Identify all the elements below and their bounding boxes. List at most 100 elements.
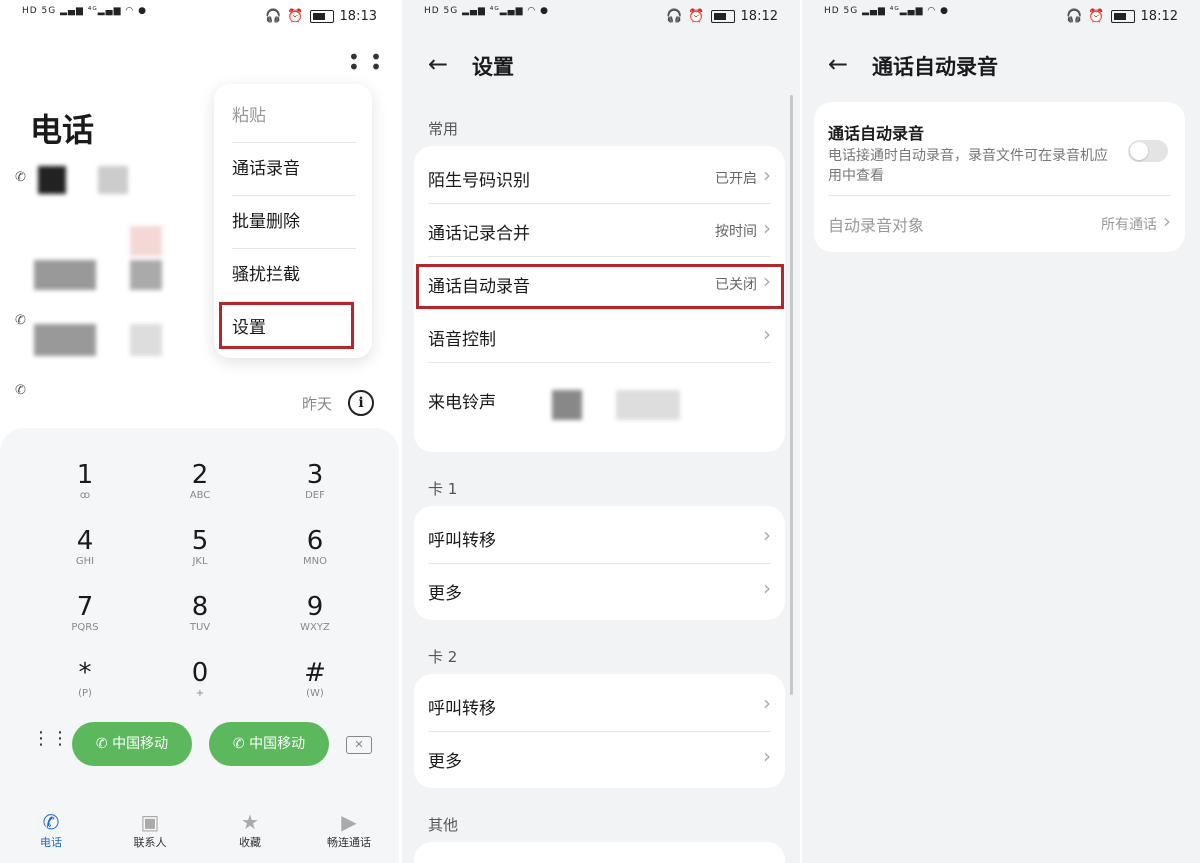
redacted-contact xyxy=(130,260,162,290)
alarm-icon: ⏰ xyxy=(287,9,304,24)
key-5[interactable]: 5 JKL xyxy=(160,526,240,568)
row-call-forwarding-1[interactable]: 呼叫转移 › xyxy=(428,510,771,564)
highlight-box xyxy=(219,302,354,349)
redacted-contact xyxy=(34,324,96,356)
key-4[interactable]: 4 GHI xyxy=(45,526,125,568)
page-title: 设置 xyxy=(472,55,514,79)
toggle-description: 电话接通时自动录音，录音文件可在录音机应用中查看 xyxy=(828,148,1108,184)
phone-app-panel: HD 5G ▂▄▆ ⁴ᴳ▂▄▆ ◠ ● 🎧 ⏰ 18:13 • • • • 电话 ✆ … xyxy=(0,0,399,863)
star-icon: ★ xyxy=(241,810,259,834)
status-bar: HD 5G ▂▄▆ ⁴ᴳ▂▄▆ ◠ ● 🎧 ⏰ 18:12 xyxy=(802,0,1200,34)
card2-settings-card: 呼叫转移 › 更多 › xyxy=(414,674,785,788)
chevron-right-icon: › xyxy=(763,691,771,715)
call-out-icon: ✆ xyxy=(15,170,26,185)
redacted-contact xyxy=(130,226,162,256)
menu-item-call-recordings[interactable]: 通话录音 xyxy=(232,143,356,196)
call-out-icon: ✆ xyxy=(15,383,26,398)
hd-phone-icon: ✆ xyxy=(95,736,113,752)
headphone-icon: 🎧 xyxy=(666,9,683,24)
video-call-icon: ▶ xyxy=(341,810,357,834)
highlight-box xyxy=(416,264,784,309)
call-out-icon: ✆ xyxy=(15,313,26,328)
row-record-target[interactable]: 自动录音对象 所有通话 › xyxy=(828,196,1171,249)
page-title: 电话 xyxy=(30,111,95,149)
auto-record-panel: HD 5G ▂▄▆ ⁴ᴳ▂▄▆ ◠ ● 🎧 ⏰ 18:12 ← 通话自动录音 通话自… xyxy=(802,0,1200,863)
signal-icons: HD 5G ▂▄▆ ⁴ᴳ▂▄▆ ◠ ● xyxy=(424,6,549,16)
key-8[interactable]: 8 TUV xyxy=(160,592,240,634)
row-merge-call-log[interactable]: 通话记录合并 按时间 › xyxy=(428,203,771,257)
section-other: 其他 xyxy=(428,816,459,834)
row-unknown-number-id[interactable]: 陌生号码识别 已开启 › xyxy=(428,150,771,204)
chevron-right-icon: › xyxy=(763,163,771,187)
hd-phone-icon: ✆ xyxy=(232,736,250,752)
headphone-icon: 🎧 xyxy=(265,9,282,24)
toggle-knob xyxy=(1130,142,1148,160)
redacted-contact xyxy=(38,166,66,194)
chevron-right-icon: › xyxy=(763,523,771,547)
battery-icon xyxy=(1110,10,1135,23)
back-arrow-icon[interactable]: ← xyxy=(428,50,448,78)
call-time: 昨天 xyxy=(302,395,333,413)
status-bar: HD 5G ▂▄▆ ⁴ᴳ▂▄▆ ◠ ● 🎧 ⏰ 18:13 xyxy=(0,0,399,34)
row-more-1[interactable]: 更多 › xyxy=(428,563,771,616)
status-bar: HD 5G ▂▄▆ ⁴ᴳ▂▄▆ ◠ ● 🎧 ⏰ 18:12 xyxy=(402,0,800,34)
headphone-icon: 🎧 xyxy=(1066,9,1083,24)
back-arrow-icon[interactable]: ← xyxy=(828,50,848,78)
key-1[interactable]: 1ꝏ xyxy=(45,460,125,502)
chevron-right-icon: › xyxy=(763,576,771,600)
more-menu-icon[interactable]: • • • • xyxy=(348,47,384,77)
battery-icon xyxy=(710,10,735,23)
tab-meetime[interactable]: ▶ 畅连通话 xyxy=(314,810,384,850)
call-button-sim1[interactable]: ✆ 中国移动 xyxy=(72,722,192,766)
chevron-right-icon: › xyxy=(763,322,771,346)
section-card1: 卡 1 xyxy=(428,480,458,498)
clock: 18:12 xyxy=(740,9,778,24)
redacted-ringtone xyxy=(616,390,680,420)
alarm-icon: ⏰ xyxy=(1088,9,1105,24)
section-card2: 卡 2 xyxy=(428,648,458,666)
menu-item-batch-delete[interactable]: 批量删除 xyxy=(232,196,356,249)
redacted-contact xyxy=(98,166,128,194)
key-3[interactable]: 3 DEF xyxy=(275,460,355,502)
signal-icons: HD 5G ▂▄▆ ⁴ᴳ▂▄▆ ◠ ● xyxy=(22,6,147,16)
card1-settings-card: 呼叫转移 › 更多 › xyxy=(414,506,785,620)
row-ringtone[interactable]: 来电铃声 xyxy=(428,372,771,425)
key-2[interactable]: 2 ABC xyxy=(160,460,240,502)
key-star[interactable]: * (P) xyxy=(45,658,125,700)
battery-icon xyxy=(309,10,334,23)
clock: 18:12 xyxy=(1140,9,1178,24)
auto-record-card: 通话自动录音 电话接通时自动录音，录音文件可在录音机应用中查看 自动录音对象 所有… xyxy=(814,102,1185,252)
contacts-icon: ▣ xyxy=(140,810,160,834)
other-settings-card xyxy=(414,842,785,863)
scrollbar[interactable] xyxy=(790,95,793,695)
redacted-ringtone xyxy=(552,390,582,420)
key-6[interactable]: 6 MNO xyxy=(275,526,355,568)
tab-contacts[interactable]: ▣ 联系人 xyxy=(115,810,185,850)
settings-panel: HD 5G ▂▄▆ ⁴ᴳ▂▄▆ ◠ ● 🎧 ⏰ 18:12 ← 设置 常用 陌生号码… xyxy=(402,0,800,863)
tab-phone[interactable]: ✆ 电话 xyxy=(16,810,86,850)
page-title: 通话自动录音 xyxy=(872,55,998,79)
section-common: 常用 xyxy=(428,120,459,138)
chevron-right-icon: › xyxy=(763,216,771,240)
key-7[interactable]: 7 PQRS xyxy=(45,592,125,634)
info-icon[interactable]: i xyxy=(348,390,374,416)
call-button-sim2[interactable]: ✆ 中国移动 xyxy=(209,722,329,766)
key-9[interactable]: 9 WXYZ xyxy=(275,592,355,634)
auto-record-toggle[interactable] xyxy=(1128,140,1168,162)
redacted-contact xyxy=(130,324,162,356)
row-call-forwarding-2[interactable]: 呼叫转移 › xyxy=(428,678,771,732)
toggle-title: 通话自动录音 xyxy=(828,124,925,143)
row-more-2[interactable]: 更多 › xyxy=(428,731,771,784)
menu-item-paste[interactable]: 粘贴 xyxy=(232,90,356,143)
phone-icon: ✆ xyxy=(42,810,60,834)
row-voice-control[interactable]: 语音控制 › xyxy=(428,309,771,363)
tab-favorites[interactable]: ★ 收藏 xyxy=(215,810,285,850)
redacted-contact xyxy=(34,260,96,290)
backspace-icon[interactable]: ✕ xyxy=(346,736,372,754)
alarm-icon: ⏰ xyxy=(688,9,705,24)
key-hash[interactable]: # (W) xyxy=(275,658,355,700)
chevron-right-icon: › xyxy=(763,744,771,768)
key-0[interactable]: 0 + xyxy=(160,658,240,700)
menu-item-block[interactable]: 骚扰拦截 xyxy=(232,249,356,302)
chevron-right-icon: › xyxy=(1163,209,1171,233)
